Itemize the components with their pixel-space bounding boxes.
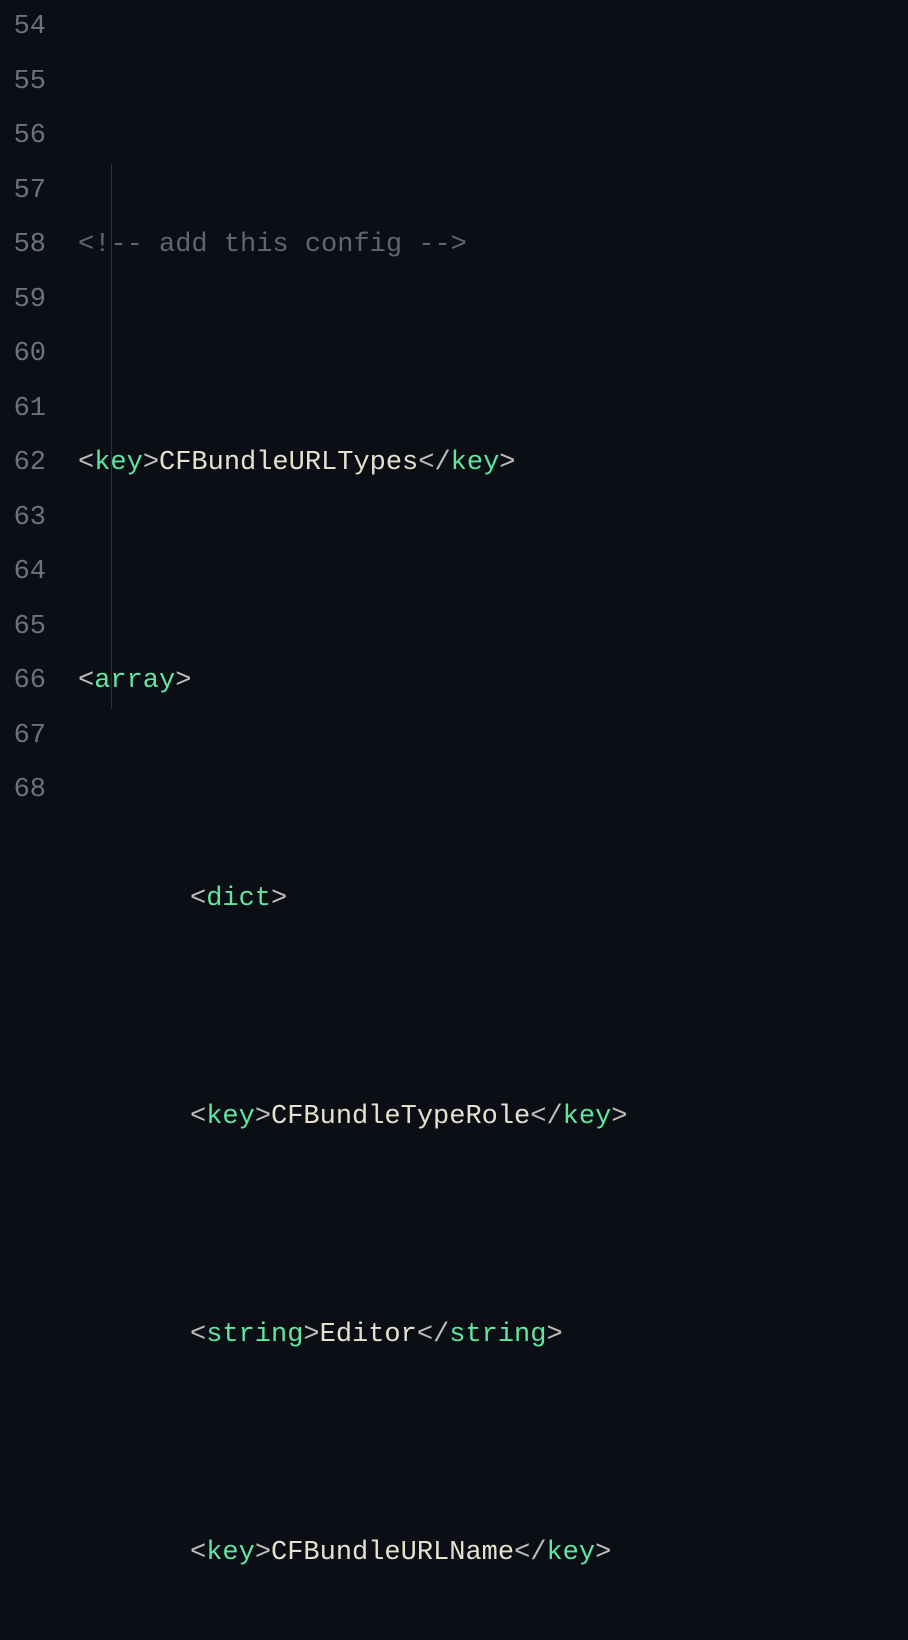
- xml-tag-key: key: [94, 448, 143, 478]
- line-number: 68: [0, 763, 46, 818]
- line-number: 65: [0, 600, 46, 655]
- line-number: 57: [0, 164, 46, 219]
- line-number: 59: [0, 273, 46, 328]
- line-number: 61: [0, 382, 46, 437]
- line-number: 66: [0, 654, 46, 709]
- line-number: 58: [0, 218, 46, 273]
- code-editor[interactable]: 54 55 56 57 58 59 60 61 62 63 64 65 66 6…: [0, 0, 908, 820]
- line-number: 62: [0, 436, 46, 491]
- xml-tag-dict: dict: [206, 884, 271, 914]
- line-number: 63: [0, 491, 46, 546]
- line-number: 60: [0, 327, 46, 382]
- code-line: <dict>: [78, 872, 908, 927]
- code-line: <array>: [78, 654, 908, 709]
- line-number: 56: [0, 109, 46, 164]
- code-line: <string>Editor</string>: [78, 1308, 908, 1363]
- code-line: <key>CFBundleURLTypes</key>: [78, 436, 908, 491]
- xml-tag-string: string: [206, 1320, 303, 1350]
- line-number: 64: [0, 545, 46, 600]
- plist-key: CFBundleTypeRole: [271, 1102, 530, 1132]
- plist-value: Editor: [320, 1320, 417, 1350]
- plist-key: CFBundleURLName: [271, 1538, 514, 1568]
- xml-comment: <!-- add this config -->: [78, 230, 467, 260]
- indent-guide: [111, 164, 112, 709]
- plist-key: CFBundleURLTypes: [159, 448, 418, 478]
- xml-tag-array: array: [94, 666, 175, 696]
- line-number-gutter: 54 55 56 57 58 59 60 61 62 63 64 65 66 6…: [0, 0, 64, 820]
- code-line: <key>CFBundleURLName</key>: [78, 1526, 908, 1581]
- line-number: 67: [0, 709, 46, 764]
- line-number: 55: [0, 55, 46, 110]
- code-line: <key>CFBundleTypeRole</key>: [78, 1090, 908, 1145]
- code-content[interactable]: <!-- add this config --> <key>CFBundleUR…: [64, 0, 908, 820]
- line-number: 54: [0, 0, 46, 55]
- code-line: <!-- add this config -->: [78, 218, 908, 273]
